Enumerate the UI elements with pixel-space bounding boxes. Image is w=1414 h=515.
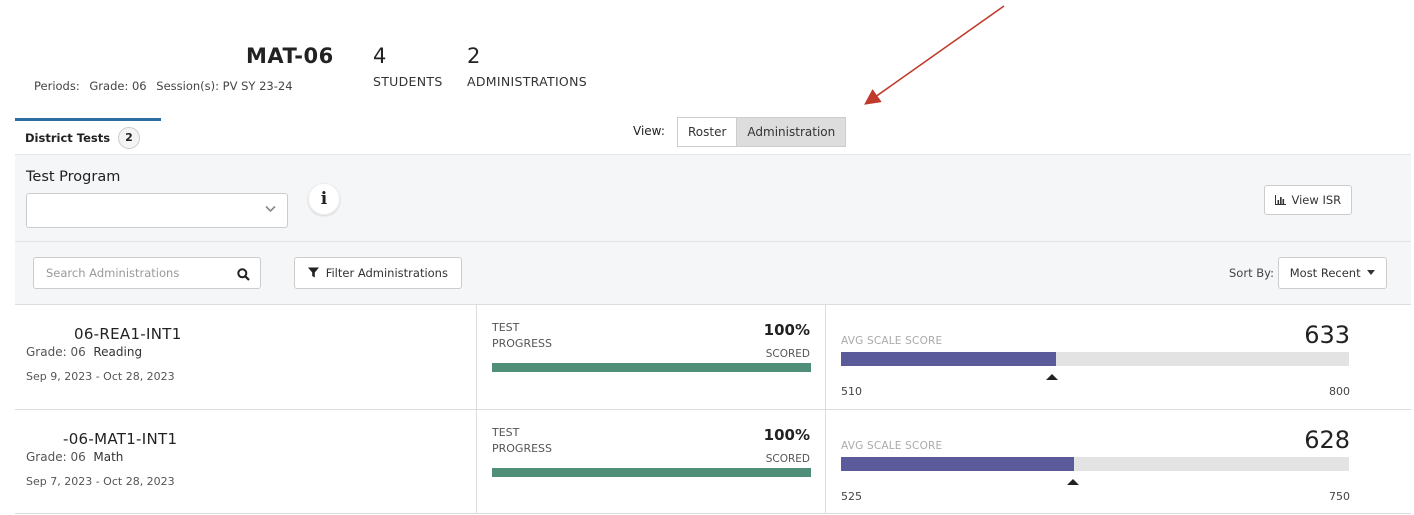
students-stat: 4 STUDENTS [373, 44, 443, 89]
test-program-select[interactable] [26, 193, 288, 228]
administration-info: -06-MAT1-INT1 Grade: 06 Math Sep 7, 2023… [15, 410, 477, 513]
scale-max-label: 750 [1329, 490, 1350, 503]
sort-value: Most Recent [1289, 266, 1361, 280]
grade-label: Grade: 06 [89, 79, 147, 93]
tab-district-tests-label: District Tests [25, 131, 111, 145]
test-progress-label-line2: PROGRESS [492, 337, 553, 350]
avg-scale-score-value: 628 [1304, 426, 1350, 454]
bar-chart-icon [1274, 195, 1286, 205]
progress-bar [492, 468, 811, 477]
administration-grade-subject: Grade: 06 Reading [26, 345, 142, 359]
students-label: STUDENTS [373, 74, 443, 89]
avg-scale-score-cell: AVG SCALE SCORE 633 510 800 [826, 305, 1411, 409]
administration-grade: Grade: 06 [26, 450, 86, 464]
view-roster-button[interactable]: Roster [678, 118, 736, 146]
administration-dates: Sep 7, 2023 - Oct 28, 2023 [26, 475, 175, 488]
view-isr-label: View ISR [1291, 193, 1342, 207]
score-bar-fill [841, 352, 1057, 366]
search-box [33, 257, 261, 289]
administration-dates: Sep 9, 2023 - Oct 28, 2023 [26, 370, 175, 383]
class-title: MAT-06 [246, 44, 334, 68]
tab-district-tests[interactable]: District Tests 2 [15, 118, 161, 155]
panel-divider [15, 241, 1411, 242]
progress-bar-fill [492, 468, 811, 477]
test-progress-label: TEST PROGRESS [492, 320, 572, 352]
progress-percent: 100% [763, 426, 810, 444]
administrations-stat: 2 ADMINISTRATIONS [467, 44, 587, 89]
sort-by-label: Sort By: [1229, 266, 1274, 280]
test-progress-cell: TEST PROGRESS 100% SCORED [477, 410, 826, 513]
filter-icon [308, 267, 320, 278]
administration-grade-subject: Grade: 06 Math [26, 450, 123, 464]
session-label: Session(s): PV SY 23-24 [156, 79, 293, 93]
test-progress-label: TEST PROGRESS [492, 425, 572, 457]
view-toggle: Roster Administration [677, 117, 847, 147]
caret-down-icon [1367, 270, 1376, 275]
test-progress-label-line1: TEST [492, 426, 520, 439]
search-input[interactable] [46, 258, 231, 288]
progress-bar-fill [492, 363, 811, 372]
test-progress-label-line1: TEST [492, 321, 520, 334]
administration-row[interactable]: 06-REA1-INT1 Grade: 06 Reading Sep 9, 20… [15, 304, 1411, 409]
administration-subject: Math [93, 450, 124, 464]
administration-info: 06-REA1-INT1 Grade: 06 Reading Sep 9, 20… [15, 305, 477, 409]
test-progress-cell: TEST PROGRESS 100% SCORED [477, 305, 826, 409]
progress-scored-label: SCORED [765, 348, 810, 360]
progress-percent: 100% [763, 321, 810, 339]
administration-grade: Grade: 06 [26, 345, 86, 359]
search-icon[interactable] [237, 266, 250, 285]
administration-name[interactable]: 06-REA1-INT1 [74, 325, 182, 343]
avg-scale-score-value: 633 [1304, 321, 1350, 349]
progress-scored-label: SCORED [765, 453, 810, 465]
administration-subject: Reading [93, 345, 143, 359]
view-label: View: [633, 124, 665, 138]
administrations-count: 2 [467, 44, 481, 68]
scale-min-label: 510 [841, 385, 862, 398]
administration-name[interactable]: -06-MAT1-INT1 [63, 430, 177, 448]
scale-min-label: 525 [841, 490, 862, 503]
info-icon[interactable]: i [308, 183, 340, 215]
administration-row[interactable]: -06-MAT1-INT1 Grade: 06 Math Sep 7, 2023… [15, 409, 1411, 514]
scale-max-label: 800 [1329, 385, 1350, 398]
score-bar [841, 352, 1349, 366]
class-meta: Periods: Grade: 06 Session(s): PV SY 23-… [34, 79, 299, 93]
students-count: 4 [373, 44, 387, 68]
avg-scale-score-label: AVG SCALE SCORE [841, 440, 943, 452]
district-tests-count-badge: 2 [118, 127, 140, 149]
triangle-marker-icon [1046, 374, 1058, 380]
view-isr-button[interactable]: View ISR [1264, 185, 1352, 215]
avg-scale-score-label: AVG SCALE SCORE [841, 335, 943, 347]
sort-dropdown[interactable]: Most Recent [1278, 257, 1387, 289]
periods-label: Periods: [34, 79, 80, 93]
filter-administrations-button[interactable]: Filter Administrations [294, 257, 462, 289]
filter-administrations-label: Filter Administrations [325, 266, 448, 280]
progress-bar [492, 363, 811, 372]
avg-scale-score-cell: AVG SCALE SCORE 628 525 750 [826, 410, 1411, 513]
score-bar [841, 457, 1349, 471]
score-bar-fill [841, 457, 1074, 471]
test-program-label: Test Program [26, 169, 121, 185]
test-progress-label-line2: PROGRESS [492, 442, 553, 455]
administrations-label: ADMINISTRATIONS [467, 74, 587, 89]
filter-panel: Test Program i View ISR Filter Administr… [15, 154, 1411, 304]
chevron-down-icon [264, 202, 277, 219]
view-administration-button[interactable]: Administration [736, 118, 846, 146]
triangle-marker-icon [1067, 479, 1079, 485]
